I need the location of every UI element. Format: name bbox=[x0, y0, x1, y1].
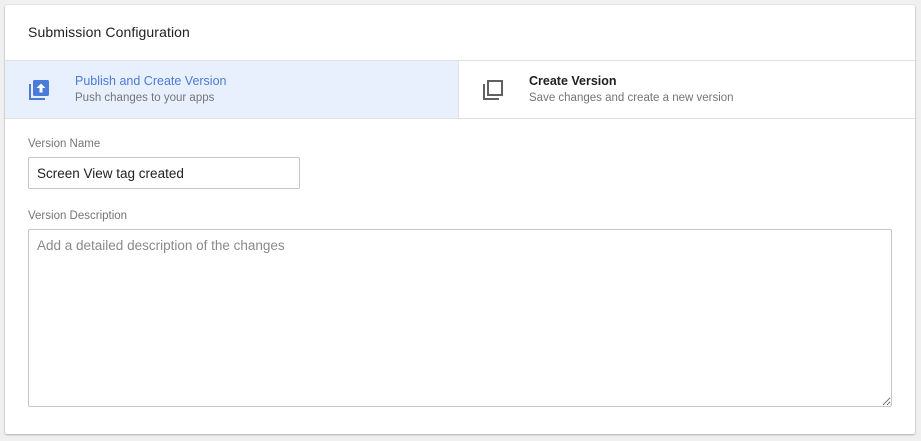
option-title: Publish and Create Version bbox=[75, 74, 227, 88]
copy-icon bbox=[480, 77, 506, 103]
create-version-option[interactable]: Create Version Save changes and create a… bbox=[459, 61, 915, 118]
publish-and-create-version-option[interactable]: Publish and Create Version Push changes … bbox=[5, 61, 459, 118]
version-description-textarea[interactable] bbox=[28, 229, 892, 407]
version-description-label: Version Description bbox=[28, 210, 128, 222]
publish-icon bbox=[26, 77, 52, 103]
option-subtitle: Save changes and create a new version bbox=[529, 92, 734, 104]
submission-configuration-panel: Submission Configuration Publish and Cre… bbox=[5, 5, 915, 434]
version-name-input[interactable] bbox=[28, 157, 300, 189]
option-subtitle: Push changes to your apps bbox=[75, 92, 215, 104]
submission-options: Publish and Create Version Push changes … bbox=[5, 60, 915, 119]
version-name-label: Version Name bbox=[28, 138, 101, 150]
option-title: Create Version bbox=[529, 74, 617, 88]
panel-title: Submission Configuration bbox=[28, 24, 190, 40]
